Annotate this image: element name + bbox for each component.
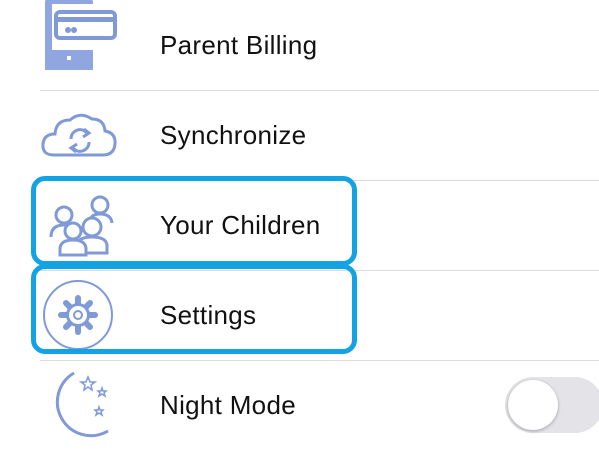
billing-tablet-icon <box>45 0 117 70</box>
menu-item-settings[interactable]: Settings <box>0 270 599 360</box>
night-mode-toggle[interactable] <box>505 377 599 433</box>
menu-item-label: Settings <box>160 300 257 330</box>
gear-icon <box>43 280 113 350</box>
menu-item-your-children[interactable]: Your Children <box>0 180 599 270</box>
menu-item-parent-billing[interactable]: Parent Billing <box>0 0 599 90</box>
menu-item-label: Your Children <box>160 210 321 240</box>
toggle-knob[interactable] <box>508 380 558 430</box>
children-icon <box>49 195 114 257</box>
menu-item-synchronize[interactable]: Synchronize <box>0 90 599 180</box>
moon-stars-icon <box>55 371 109 438</box>
sync-cloud-icon <box>41 113 117 157</box>
menu-item-label: Parent Billing <box>160 30 318 60</box>
menu-item-label: Night Mode <box>160 390 296 420</box>
menu-item-night-mode: Night Mode <box>0 360 599 450</box>
menu-item-label: Synchronize <box>160 120 307 150</box>
